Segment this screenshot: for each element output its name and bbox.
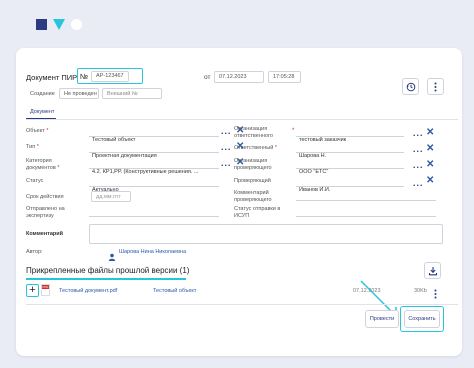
resp-org-select-button[interactable]: ...	[413, 129, 424, 138]
document-panel: Документ ПИР № АР-123467 от 07.12.2023 1…	[16, 48, 462, 356]
download-button[interactable]	[424, 262, 441, 279]
checker-comment-field	[296, 192, 436, 201]
file-more-button[interactable]	[434, 286, 437, 304]
more-vertical-icon	[434, 289, 437, 299]
deadline-label: Срок действия	[26, 194, 64, 200]
logo-circle-icon	[71, 19, 82, 30]
checker-field[interactable]: Иванов И.И.	[296, 176, 404, 193]
responsible-field[interactable]: Шарова Н.	[296, 142, 404, 159]
status-label: Статус	[26, 178, 44, 184]
resp-org-clear-icon[interactable]: ✕	[426, 128, 434, 138]
number-sign: №	[80, 71, 89, 81]
document-time-input[interactable]: 17:05:28	[268, 71, 301, 83]
files-title-underline	[26, 278, 186, 280]
download-icon	[428, 266, 437, 275]
author-avatar-icon	[108, 248, 116, 266]
save-button[interactable]: Сохранить	[404, 310, 440, 328]
checker-select-button[interactable]: ...	[413, 179, 424, 188]
file-name-link[interactable]: Тестовый документ.pdf	[59, 288, 117, 294]
type-label: Тип *	[26, 144, 39, 150]
category-field[interactable]: 4.2. КР1,РР. (Конструктивные решения. ..…	[89, 158, 219, 175]
title-prefix: Документ ПИР	[26, 73, 78, 82]
external-number-input[interactable]: Внешний №	[102, 88, 162, 99]
post-button[interactable]: Провести	[365, 310, 399, 328]
checker-org-clear-icon[interactable]: ✕	[426, 160, 434, 170]
logo-square-icon	[36, 19, 47, 30]
history-icon	[406, 82, 415, 91]
pdf-badge: PDF	[42, 285, 49, 289]
pdf-file-icon: PDF	[41, 284, 50, 296]
type-select-button[interactable]: ...	[221, 143, 232, 152]
comment-label: Комментарий	[26, 231, 64, 237]
type-field[interactable]: Проектная документация	[89, 142, 219, 159]
category-select-button[interactable]: ...	[221, 159, 232, 168]
category-value: 4.2. КР1,РР. (Конструктивные решения. ..…	[92, 169, 199, 175]
file-size: 30Kb	[414, 288, 427, 294]
author-link[interactable]: Шарова Нина Николаевна	[119, 249, 186, 255]
checker-org-value: ООО "ЕТС"	[299, 169, 329, 175]
resp-org-required-mark: *	[292, 128, 295, 134]
object-select-button[interactable]: ...	[221, 127, 232, 136]
footer-divider	[26, 304, 458, 305]
checker-clear-icon[interactable]: ✕	[426, 176, 434, 186]
resp-org-field[interactable]: тестовый заказчик	[296, 126, 404, 143]
send-status-label: Статус отправки в ИСУП	[234, 206, 281, 219]
from-label: от	[204, 74, 211, 81]
add-file-button[interactable]: +	[26, 284, 39, 297]
document-date-input[interactable]: 07.12.2023	[214, 71, 264, 83]
resp-org-label: Организация ответственного	[234, 126, 273, 139]
author-label: Автор:	[26, 249, 43, 255]
checker-label: Проверяющий	[234, 178, 271, 184]
comment-textarea[interactable]	[89, 224, 443, 244]
responsible-select-button[interactable]: ...	[413, 145, 424, 154]
category-label: Категория документов *	[26, 158, 60, 171]
responsible-clear-icon[interactable]: ✕	[426, 144, 434, 154]
more-menu-button[interactable]	[427, 78, 444, 95]
app-logo	[36, 19, 82, 30]
checker-org-field[interactable]: ООО "ЕТС"	[296, 158, 404, 175]
send-status-field	[296, 208, 436, 217]
object-field[interactable]: Тестовый объект	[89, 126, 219, 143]
deadline-input[interactable]: дд.мм.гггг	[91, 191, 131, 202]
checker-comment-label: Комментарий проверяющего	[234, 190, 272, 203]
responsible-label: Ответственный *	[234, 145, 277, 151]
status-field: Актуально	[89, 176, 219, 193]
document-number-input[interactable]: АР-123467	[91, 70, 129, 82]
document-number-field[interactable]: № АР-123467	[77, 68, 143, 84]
checker-org-select-button[interactable]: ...	[413, 161, 424, 170]
page-title: Документ ПИР	[26, 73, 77, 82]
files-section-title: Прикрепленные файлы прошлой версии (1)	[26, 266, 190, 275]
history-button[interactable]	[402, 78, 419, 95]
sent-label: Отправлено на экспертизу	[26, 206, 65, 219]
status-not-posted[interactable]: Не проведен	[59, 88, 99, 99]
logo-triangle-icon	[53, 19, 65, 30]
sent-field	[89, 208, 219, 217]
plus-icon: +	[29, 284, 36, 296]
file-object-link[interactable]: Тестовый объект	[153, 288, 196, 294]
status-created[interactable]: Создание	[26, 88, 60, 99]
tabs-divider	[26, 119, 458, 120]
checker-org-label: Организация проверяющего	[234, 158, 272, 171]
tab-document[interactable]: Документ	[30, 109, 54, 115]
object-label: Объект *	[26, 128, 49, 134]
more-vertical-icon	[434, 82, 437, 91]
